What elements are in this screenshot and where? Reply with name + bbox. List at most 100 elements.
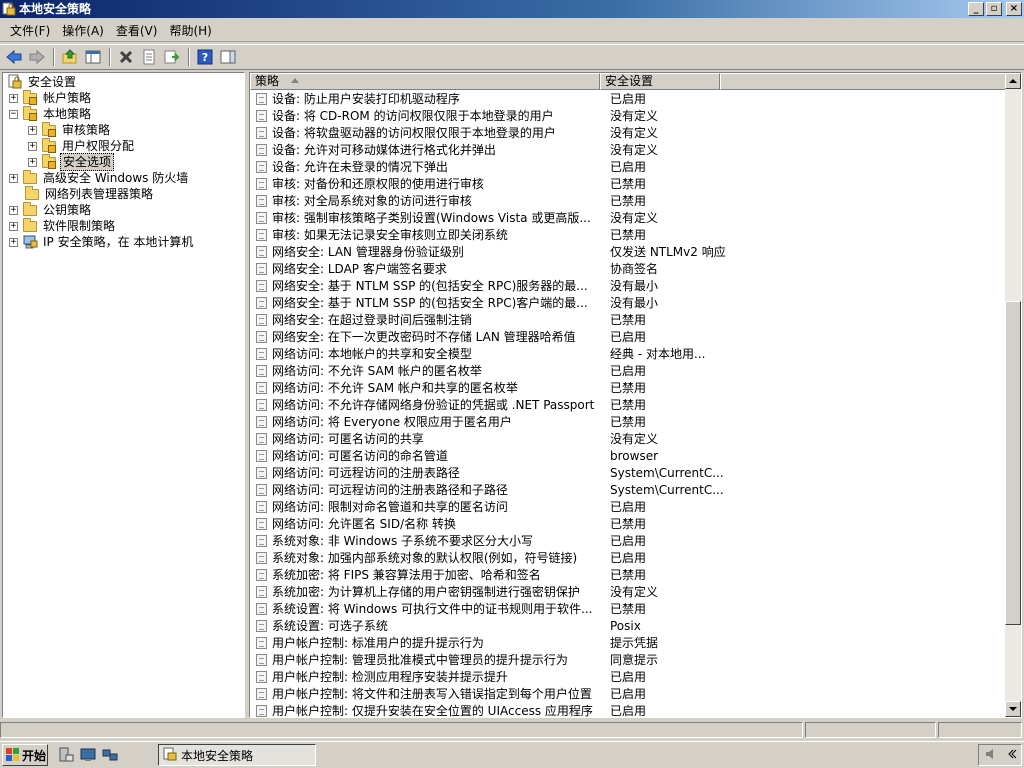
- policy-row[interactable]: 用户帐户控制: 标准用户的提升提示行为 提示凭据: [250, 634, 1007, 651]
- policy-row[interactable]: 用户帐户控制: 管理员批准模式中管理员的提升提示行为 同意提示: [250, 651, 1007, 668]
- expand-toggle[interactable]: +: [28, 125, 37, 135]
- minimize-button[interactable]: _: [968, 2, 984, 16]
- policy-row[interactable]: 网络访问: 可远程访问的注册表路径和子路径 System\CurrentC...: [250, 481, 1007, 498]
- properties-button[interactable]: [138, 46, 160, 68]
- close-button[interactable]: ×: [1006, 2, 1022, 16]
- policy-row[interactable]: 用户帐户控制: 检测应用程序安装并提示提升 已启用: [250, 668, 1007, 685]
- forward-button[interactable]: [26, 46, 48, 68]
- show-desktop-icon[interactable]: [80, 747, 96, 763]
- policy-row[interactable]: 用户帐户控制: 仅提升安装在安全位置的 UIAccess 应用程序 已启用: [250, 702, 1007, 717]
- tree-item-label: 公钥策略: [43, 203, 92, 217]
- menu-file[interactable]: 文件(F): [4, 21, 56, 41]
- show-hide-tree-button[interactable]: [82, 46, 104, 68]
- tree-item-audit-policy[interactable]: + 审核策略: [28, 122, 112, 138]
- tree-item-label: IP 安全策略，在 本地计算机: [43, 235, 194, 249]
- expand-toggle[interactable]: +: [9, 93, 18, 103]
- policy-name: 网络访问: 允许匿名 SID/名称 转换: [272, 517, 456, 531]
- policy-row[interactable]: 设备: 防止用户安装打印机驱动程序 已启用: [250, 90, 1007, 107]
- policy-row[interactable]: 网络安全: LDAP 客户端签名要求 协商签名: [250, 260, 1007, 277]
- toolbar-separator: [53, 48, 55, 66]
- tree-item-software-restriction[interactable]: + 软件限制策略: [9, 218, 117, 234]
- expand-toggle[interactable]: +: [9, 237, 18, 247]
- policy-row[interactable]: 系统设置: 可选子系统 Posix: [250, 617, 1007, 634]
- vertical-scrollbar[interactable]: [1005, 73, 1021, 717]
- delete-button[interactable]: [115, 46, 137, 68]
- help-button[interactable]: ?: [194, 46, 216, 68]
- tree-item-security-settings[interactable]: 安全设置: [7, 74, 78, 90]
- chevron-left-icon[interactable]: [1007, 748, 1017, 763]
- tree-item-user-rights[interactable]: + 用户权限分配: [28, 138, 136, 154]
- taskbar-button-local-security-policy[interactable]: 本地安全策略: [158, 744, 316, 766]
- policy-row[interactable]: 网络访问: 不允许 SAM 帐户和共享的匿名枚举 已禁用: [250, 379, 1007, 396]
- policy-row[interactable]: 网络访问: 可匿名访问的共享 没有定义: [250, 430, 1007, 447]
- policy-row[interactable]: 系统加密: 为计算机上存储的用户密钥强制进行强密钥保护 没有定义: [250, 583, 1007, 600]
- policy-row[interactable]: 网络安全: 基于 NTLM SSP 的(包括安全 RPC)服务器的最... 没有最…: [250, 277, 1007, 294]
- tree-item-ip-security[interactable]: + IP 安全策略，在 本地计算机: [9, 234, 195, 250]
- expand-toggle[interactable]: +: [9, 205, 18, 215]
- policy-name: 网络访问: 可远程访问的注册表路径和子路径: [272, 483, 508, 497]
- tree-item-network-list[interactable]: 网络列表管理器策略: [20, 186, 155, 202]
- expand-toggle[interactable]: +: [28, 157, 37, 167]
- policy-row[interactable]: 网络访问: 不允许 SAM 帐户的匿名枚举 已启用: [250, 362, 1007, 379]
- policy-row[interactable]: 网络安全: 在超过登录时间后强制注销 已禁用: [250, 311, 1007, 328]
- start-button[interactable]: 开始: [2, 744, 48, 766]
- scroll-up-button[interactable]: [1005, 73, 1021, 89]
- policy-icon: [255, 517, 269, 531]
- tree-item-account-policies[interactable]: + 帐户策略: [9, 90, 93, 106]
- properties-icon: [143, 49, 155, 65]
- policy-row[interactable]: 网络安全: 基于 NTLM SSP 的(包括安全 RPC)客户端的最... 没有最…: [250, 294, 1007, 311]
- policy-row[interactable]: 审核: 对全局系统对象的访问进行审核 已禁用: [250, 192, 1007, 209]
- policy-icon: [255, 143, 269, 157]
- menu-view[interactable]: 查看(V): [110, 21, 164, 41]
- tree-item-local-policies[interactable]: − 本地策略: [9, 106, 93, 122]
- volume-icon[interactable]: [984, 747, 998, 764]
- policy-row[interactable]: 审核: 强制审核策略子类别设置(Windows Vista 或更高版... 没有定…: [250, 209, 1007, 226]
- server-manager-icon[interactable]: [58, 747, 74, 763]
- policy-icon: [255, 670, 269, 684]
- policy-setting: 已禁用: [610, 398, 647, 412]
- policy-row[interactable]: 网络访问: 不允许存储网络身份验证的凭据或 .NET Passport 已禁用: [250, 396, 1007, 413]
- policy-row[interactable]: 网络安全: LAN 管理器身份验证级别 仅发送 NTLMv2 响应: [250, 243, 1007, 260]
- policy-row[interactable]: 系统对象: 非 Windows 子系统不要求区分大小写 已启用: [250, 532, 1007, 549]
- policy-row[interactable]: 审核: 如果无法记录安全审核则立即关闭系统 已禁用: [250, 226, 1007, 243]
- policy-row[interactable]: 设备: 将 CD-ROM 的访问权限仅限于本地登录的用户 没有定义: [250, 107, 1007, 124]
- up-one-level-button[interactable]: [59, 46, 81, 68]
- policy-row[interactable]: 网络访问: 可远程访问的注册表路径 System\CurrentC...: [250, 464, 1007, 481]
- window-title: 本地安全策略: [19, 2, 92, 16]
- tree-item-security-options[interactable]: + 安全选项: [28, 153, 115, 171]
- expand-toggle[interactable]: +: [9, 221, 18, 231]
- network-icon[interactable]: [102, 747, 118, 763]
- policy-row[interactable]: 网络访问: 限制对命名管道和共享的匿名访问 已启用: [250, 498, 1007, 515]
- policy-row[interactable]: 设备: 允许在未登录的情况下弹出 已启用: [250, 158, 1007, 175]
- folder-icon: [22, 218, 38, 234]
- menu-help[interactable]: 帮助(H): [163, 21, 217, 41]
- policy-row[interactable]: 系统对象: 加强内部系统对象的默认权限(例如，符号链接) 已启用: [250, 549, 1007, 566]
- maximize-button[interactable]: ▫: [986, 2, 1002, 16]
- policy-row[interactable]: 网络安全: 在下一次更改密码时不存储 LAN 管理器哈希值 已启用: [250, 328, 1007, 345]
- policy-row[interactable]: 系统设置: 将 Windows 可执行文件中的证书规则用于软件... 已禁用: [250, 600, 1007, 617]
- policy-row[interactable]: 网络访问: 可匿名访问的命名管道 browser: [250, 447, 1007, 464]
- column-header-policy[interactable]: 策略: [250, 73, 600, 90]
- policy-row[interactable]: 系统加密: 将 FIPS 兼容算法用于加密、哈希和签名 已禁用: [250, 566, 1007, 583]
- export-list-button[interactable]: [161, 46, 183, 68]
- tree-item-public-key[interactable]: + 公钥策略: [9, 202, 93, 218]
- show-hide-action-pane-button[interactable]: [217, 46, 239, 68]
- expand-toggle[interactable]: +: [28, 141, 37, 151]
- tree-item-firewall[interactable]: + 高级安全 Windows 防火墙: [9, 170, 190, 186]
- scroll-down-button[interactable]: [1005, 701, 1021, 717]
- policy-row[interactable]: 用户帐户控制: 将文件和注册表写入错误指定到每个用户位置 已启用: [250, 685, 1007, 702]
- policy-row[interactable]: 审核: 对备份和还原权限的使用进行审核 已禁用: [250, 175, 1007, 192]
- scroll-thumb[interactable]: [1005, 301, 1021, 625]
- policy-row[interactable]: 设备: 将软盘驱动器的访问权限仅限于本地登录的用户 没有定义: [250, 124, 1007, 141]
- back-button[interactable]: [3, 46, 25, 68]
- policy-icon: [255, 381, 269, 395]
- menu-action[interactable]: 操作(A): [56, 21, 110, 41]
- policy-row[interactable]: 网络访问: 将 Everyone 权限应用于匿名用户 已禁用: [250, 413, 1007, 430]
- policy-folder-icon: [41, 154, 57, 170]
- expand-toggle[interactable]: +: [9, 173, 18, 183]
- policy-row[interactable]: 网络访问: 本地帐户的共享和安全模型 经典 - 对本地用...: [250, 345, 1007, 362]
- collapse-toggle[interactable]: −: [9, 109, 18, 119]
- column-header-setting[interactable]: 安全设置: [600, 73, 720, 90]
- policy-row[interactable]: 网络访问: 允许匿名 SID/名称 转换 已禁用: [250, 515, 1007, 532]
- policy-row[interactable]: 设备: 允许对可移动媒体进行格式化并弹出 没有定义: [250, 141, 1007, 158]
